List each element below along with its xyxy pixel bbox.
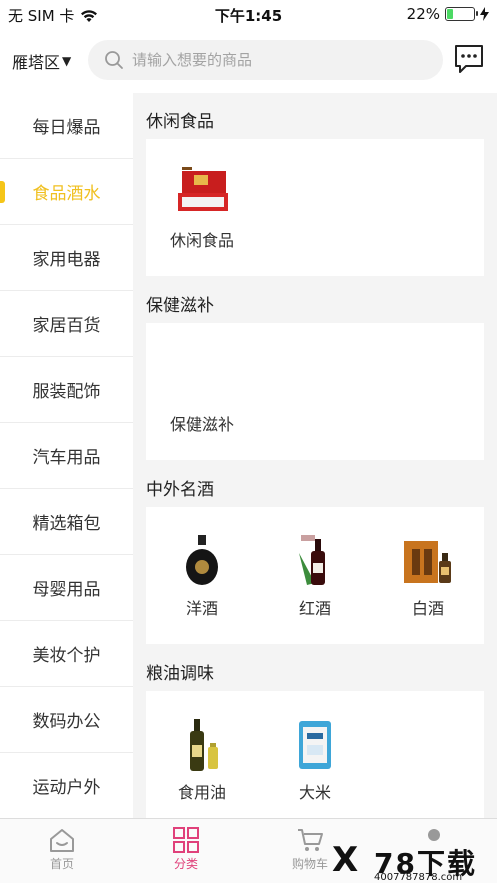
product-label: 保健滋补 [169, 415, 234, 434]
header: 雁塔区 ▼ [0, 38, 497, 82]
product-item-red-wine[interactable]: 红酒 [265, 533, 365, 619]
section-title-health: 保健滋补 [146, 296, 214, 316]
sidebar-item-home-goods[interactable]: 家居百货 [0, 291, 133, 357]
rice-bag-image [299, 721, 331, 769]
sidebar-item-label: 汽车用品 [32, 448, 101, 468]
watermark-mark: X [332, 840, 359, 880]
section-title-grain-oil: 粮油调味 [146, 664, 214, 684]
category-content: 休闲食品 休闲食品 保健滋补 保健滋补 中外名酒 洋酒 红酒 白酒 粮油调味 食… [133, 93, 497, 818]
city-selector[interactable]: 雁塔区 ▼ [12, 49, 71, 73]
red-wine-image [299, 535, 325, 585]
sidebar-item-label: 母婴用品 [32, 580, 101, 600]
tab-label: 购物车 [291, 857, 328, 871]
section-card-grain-oil: 食用油 大米 [146, 691, 484, 818]
product-item-baijiu[interactable]: 白酒 [378, 533, 478, 619]
tab-label: 分类 [173, 857, 198, 871]
message-icon[interactable] [452, 42, 486, 76]
battery-percent: 22% [406, 5, 440, 23]
sidebar-item-beauty[interactable]: 美妆个护 [0, 621, 133, 687]
watermark-url: 4007787878.com [374, 872, 463, 883]
product-label: 大米 [298, 783, 331, 802]
sidebar-item-food-drinks[interactable]: 食品酒水 [0, 159, 133, 225]
status-right: 22% [407, 5, 489, 23]
sidebar-item-label: 美妆个护 [32, 646, 101, 666]
product-item-cooking-oil[interactable]: 食用油 [152, 717, 252, 803]
sidebar-item-baby[interactable]: 母婴用品 [0, 555, 133, 621]
status-bar: 无 SIM 卡 下午1:45 22% [0, 0, 497, 28]
product-item-health[interactable]: 保健滋补 [152, 349, 252, 435]
baijiu-box-image [404, 541, 451, 583]
product-label: 白酒 [411, 599, 444, 618]
tab-label: 首页 [49, 857, 74, 871]
sidebar-item-label: 数码办公 [32, 712, 101, 732]
sidebar-item-label: 精选箱包 [32, 514, 101, 534]
section-title-liquor: 中外名酒 [146, 480, 214, 500]
section-card-liquor: 洋酒 红酒 白酒 [146, 507, 484, 644]
section-title-snacks: 休闲食品 [146, 112, 214, 132]
product-label: 红酒 [298, 599, 331, 618]
sidebar-item-label: 食品酒水 [32, 184, 101, 204]
city-label: 雁塔区 [12, 53, 61, 72]
section-card-snacks: 休闲食品 [146, 139, 484, 276]
sidebar-item-bags[interactable]: 精选箱包 [0, 489, 133, 555]
sidebar-item-label: 家用电器 [32, 250, 101, 270]
active-marker [0, 181, 5, 203]
sidebar-item-digital[interactable]: 数码办公 [0, 687, 133, 753]
snack-gift-box-image [178, 167, 228, 211]
search-input[interactable] [132, 51, 432, 69]
battery-level [447, 9, 454, 19]
cooking-oil-image [190, 719, 218, 771]
watermark-logo: X 78下载 4007787878.com [330, 838, 495, 883]
sidebar-item-label: 家居百货 [32, 316, 101, 336]
product-image-placeholder [172, 349, 232, 405]
category-grid-icon [173, 827, 199, 853]
section-card-health: 保健滋补 [146, 323, 484, 460]
product-label: 洋酒 [185, 599, 218, 618]
search-bar[interactable] [88, 40, 443, 80]
chevron-down-icon: ▼ [62, 54, 72, 68]
product-label: 食用油 [177, 783, 226, 802]
cart-icon [298, 829, 323, 851]
category-sidebar: 每日爆品 食品酒水 家用电器 家居百货 服装配饰 汽车用品 精选箱包 母婴用品 … [0, 93, 133, 819]
search-icon [105, 51, 123, 69]
liquor-bottle-image [186, 535, 218, 585]
sidebar-item-label: 运动户外 [32, 778, 101, 798]
sidebar-item-apparel[interactable]: 服装配饰 [0, 357, 133, 423]
sidebar-item-outdoor[interactable]: 运动户外 [0, 753, 133, 819]
sidebar-item-auto[interactable]: 汽车用品 [0, 423, 133, 489]
product-item-liquor[interactable]: 洋酒 [152, 533, 252, 619]
product-label: 休闲食品 [169, 231, 234, 250]
product-item-snacks[interactable]: 休闲食品 [152, 165, 252, 251]
home-icon [50, 829, 74, 852]
tab-category[interactable]: 分类 [146, 827, 226, 872]
sidebar-item-label: 服装配饰 [32, 382, 101, 402]
sidebar-item-appliances[interactable]: 家用电器 [0, 225, 133, 291]
charging-bolt-icon [480, 7, 489, 21]
tab-home[interactable]: 首页 [22, 827, 102, 872]
product-item-rice[interactable]: 大米 [265, 717, 365, 803]
battery-icon [445, 7, 478, 21]
sidebar-item-daily-hot[interactable]: 每日爆品 [0, 93, 133, 159]
sidebar-item-label: 每日爆品 [32, 118, 101, 138]
